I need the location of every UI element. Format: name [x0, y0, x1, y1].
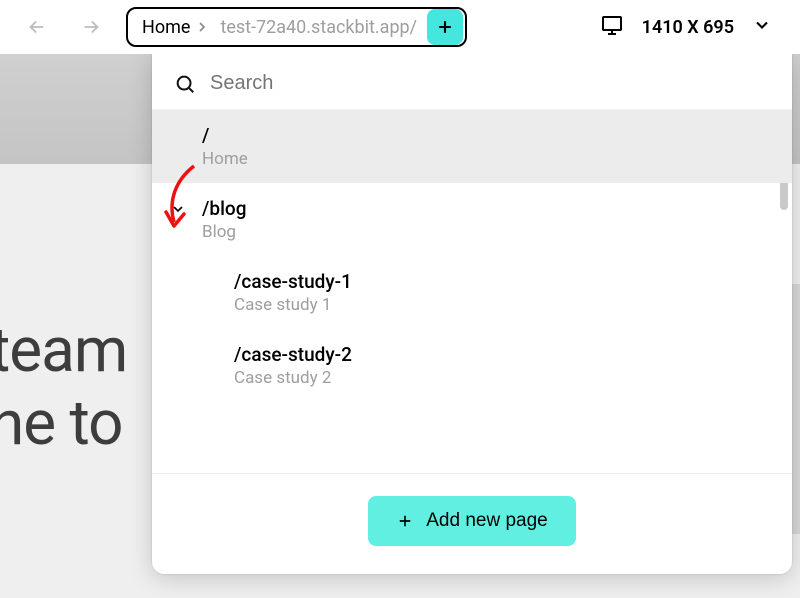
desktop-icon: [600, 13, 624, 41]
chevron-down-icon: [170, 201, 186, 217]
plus-icon: [396, 512, 414, 530]
chevron-right-icon: [194, 19, 210, 35]
add-new-page-button[interactable]: Add new page: [368, 496, 576, 546]
search-icon: [174, 73, 196, 95]
top-toolbar: Home test-72a40.stackbit.app/ 1410 X 695: [0, 0, 800, 54]
chevron-down-icon: [752, 15, 772, 39]
expand-toggle[interactable]: [170, 201, 186, 217]
search-input[interactable]: [210, 72, 770, 95]
viewport-dimensions: 1410 X 695: [642, 17, 734, 38]
panel-footer: Add new page: [152, 473, 792, 574]
plus-icon: [435, 17, 455, 37]
page-list: / Home /blog Blog /case-study-1 Case stu…: [152, 109, 792, 473]
page-title: Blog: [202, 222, 772, 242]
arrow-right-icon: [80, 16, 102, 38]
page-item-case-study-1[interactable]: /case-study-1 Case study 1: [152, 256, 792, 329]
forward-button[interactable]: [78, 14, 104, 40]
page-title: Case study 2: [234, 368, 772, 388]
page-path: /: [202, 124, 772, 147]
page-path: /case-study-1: [234, 270, 772, 293]
page-path: /case-study-2: [234, 343, 772, 366]
breadcrumb-url[interactable]: test-72a40.stackbit.app/: [220, 17, 427, 38]
breadcrumb-home[interactable]: Home: [128, 17, 220, 38]
page-title: Case study 1: [234, 295, 772, 315]
nav-arrows: [10, 14, 114, 40]
arrow-left-icon: [26, 16, 48, 38]
page-title: Home: [202, 149, 772, 169]
page-item-blog[interactable]: /blog Blog: [152, 183, 792, 256]
page-path: /blog: [202, 197, 772, 220]
breadcrumb-home-label: Home: [142, 17, 190, 38]
breadcrumb-bar[interactable]: Home test-72a40.stackbit.app/: [126, 7, 467, 47]
page-item-home[interactable]: / Home: [152, 110, 792, 183]
search-row: [152, 54, 792, 109]
pages-dropdown-panel: / Home /blog Blog /case-study-1 Case stu…: [152, 54, 792, 574]
breadcrumb-add-button[interactable]: [427, 9, 463, 45]
viewport-selector[interactable]: 1410 X 695: [600, 13, 790, 41]
add-new-page-label: Add new page: [426, 510, 548, 532]
back-button[interactable]: [24, 14, 50, 40]
page-item-case-study-2[interactable]: /case-study-2 Case study 2: [152, 329, 792, 402]
